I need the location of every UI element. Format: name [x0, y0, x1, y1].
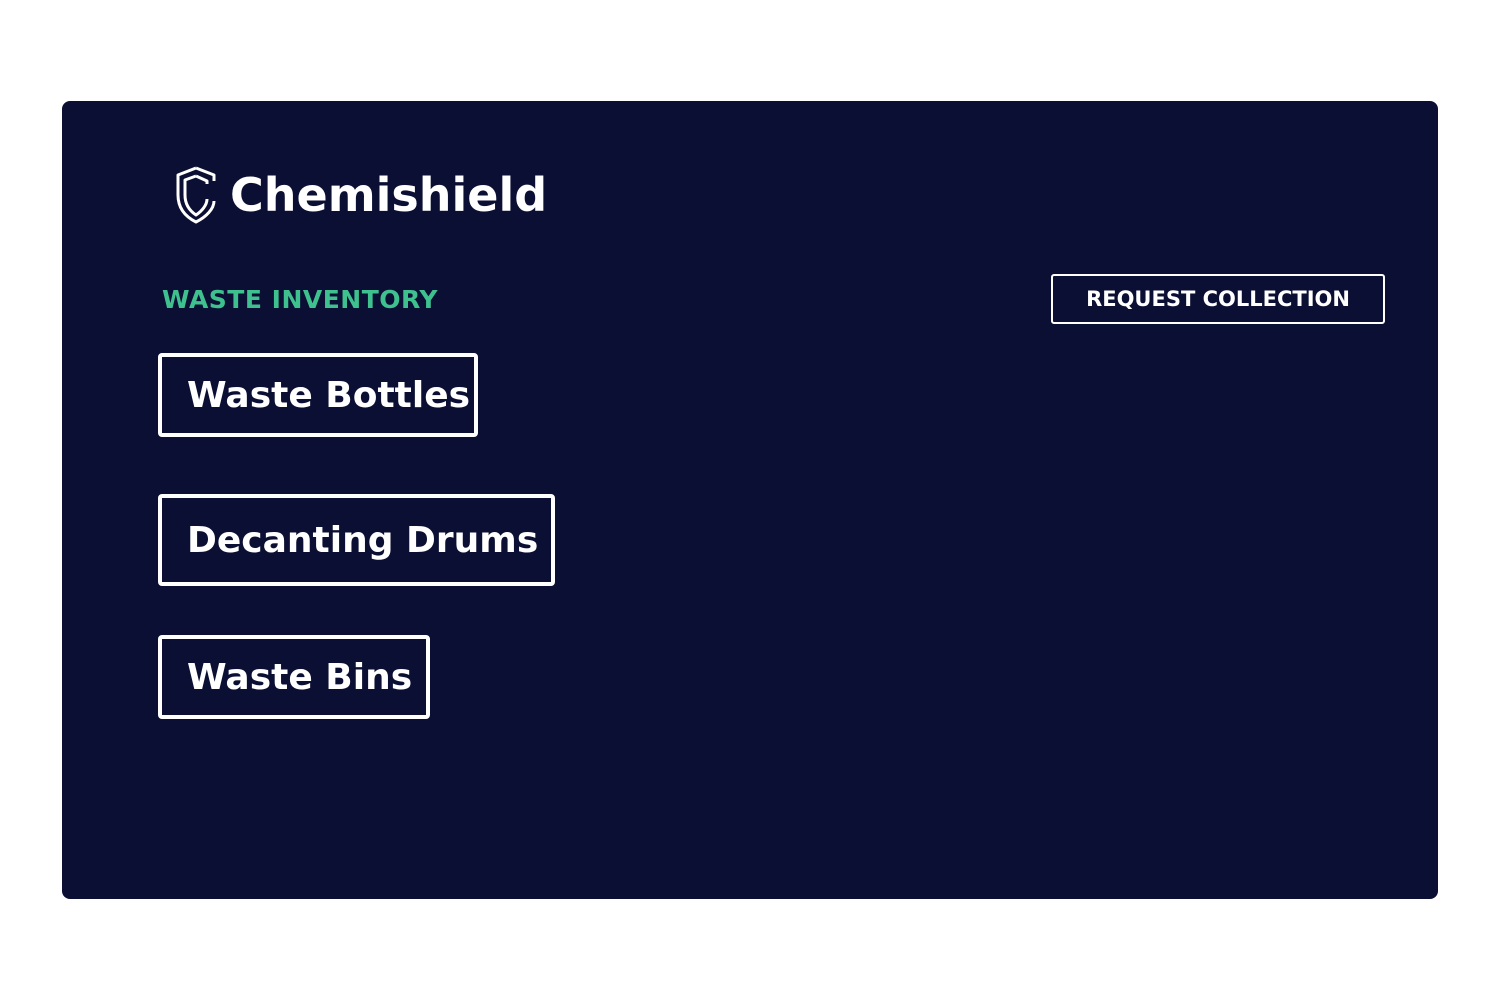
inventory-item-label: Waste Bins — [187, 656, 413, 698]
inventory-item-label: Waste Bottles — [187, 374, 471, 416]
decanting-drums-button[interactable]: Decanting Drums — [158, 494, 555, 586]
main-panel: Chemishield WASTE INVENTORY REQUEST COLL… — [62, 101, 1438, 899]
request-collection-button[interactable]: REQUEST COLLECTION — [1051, 274, 1385, 324]
waste-bottles-button[interactable]: Waste Bottles — [158, 353, 478, 437]
waste-bins-button[interactable]: Waste Bins — [158, 635, 430, 719]
brand-header: Chemishield — [172, 163, 547, 227]
brand-name: Chemishield — [230, 168, 548, 222]
section-title: WASTE INVENTORY — [162, 285, 439, 314]
shield-logo-icon — [172, 165, 220, 225]
inventory-item-label: Decanting Drums — [187, 519, 539, 561]
